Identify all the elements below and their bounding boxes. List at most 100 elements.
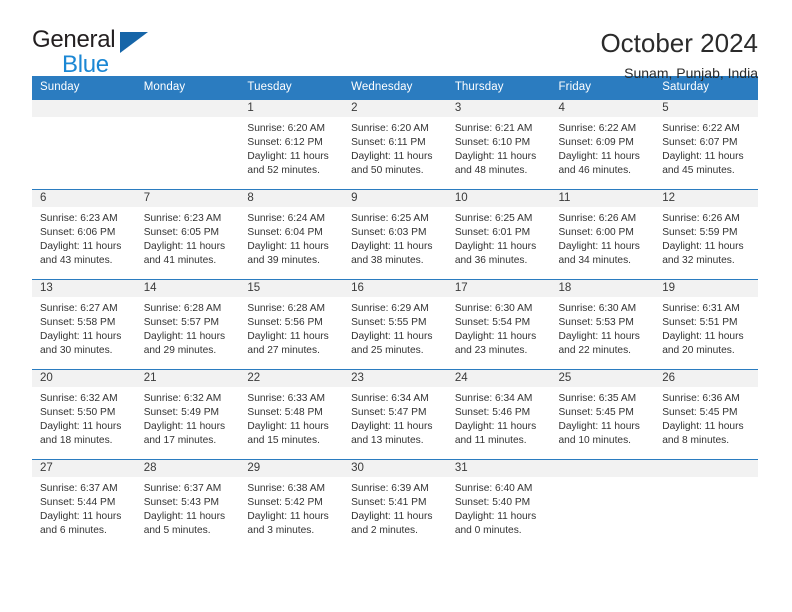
calendar-day-cell[interactable]: 22 Sunrise: 6:33 AM Sunset: 5:48 PM Dayligh… <box>239 369 344 460</box>
sunset-text: Sunset: 5:41 PM <box>351 497 427 509</box>
calendar-day-cell[interactable]: 15 Sunrise: 6:28 AM Sunset: 5:56 PM Dayligh… <box>239 279 344 370</box>
day-details: Sunrise: 6:40 AM Sunset: 5:40 PM Daylight:… <box>447 477 551 538</box>
daylight-text-line2: and 17 minutes. <box>143 435 217 447</box>
calendar-day-cell[interactable]: 6 Sunrise: 6:23 AM Sunset: 6:06 PM Daylight… <box>32 189 136 280</box>
calendar-page: General Blue October 2024 Sunam, Punjab,… <box>0 0 792 612</box>
sunrise-text: Sunrise: 6:30 AM <box>454 303 533 314</box>
calendar-day-cell[interactable]: 8 Sunrise: 6:24 AM Sunset: 6:04 PM Daylight… <box>239 189 344 280</box>
calendar-day-cell[interactable]: 18 Sunrise: 6:30 AM Sunset: 5:53 PM Dayligh… <box>550 279 655 370</box>
day-number: 14 <box>135 280 240 297</box>
daylight-text-line1: Daylight: 11 hours <box>454 421 537 433</box>
logo-word-blue: Blue <box>62 51 109 78</box>
day-details: Sunrise: 6:22 AM Sunset: 6:09 PM Daylight:… <box>551 117 655 178</box>
calendar-day-cell[interactable]: 26 Sunrise: 6:36 AM Sunset: 5:45 PM Dayligh… <box>654 369 758 460</box>
sunset-text: Sunset: 5:42 PM <box>247 497 323 509</box>
sunset-text: Sunset: 6:01 PM <box>454 227 531 239</box>
calendar-day-cell[interactable]: 25 Sunrise: 6:35 AM Sunset: 5:45 PM Dayligh… <box>550 369 655 460</box>
calendar-day-cell[interactable]: 11 Sunrise: 6:26 AM Sunset: 6:00 PM Dayligh… <box>550 189 655 280</box>
day-details: Sunrise: 6:20 AM Sunset: 6:12 PM Daylight:… <box>239 117 343 178</box>
sunrise-text: Sunrise: 6:33 AM <box>247 393 325 404</box>
calendar-day-cell[interactable]: 12 Sunrise: 6:26 AM Sunset: 5:59 PM Dayligh… <box>654 189 758 280</box>
day-number: 7 <box>135 190 240 207</box>
daylight-text-line1: Daylight: 11 hours <box>247 511 329 523</box>
sunset-text: Sunset: 5:50 PM <box>40 407 116 419</box>
daylight-text-line1: Daylight: 11 hours <box>247 421 329 433</box>
daylight-text-line2: and 0 minutes. <box>454 525 522 537</box>
sunrise-text: Sunrise: 6:24 AM <box>247 213 325 224</box>
calendar-day-cell[interactable]: 10 Sunrise: 6:25 AM Sunset: 6:01 PM Dayligh… <box>446 189 551 280</box>
daylight-text-line2: and 43 minutes. <box>40 255 113 267</box>
calendar-day-cell[interactable]: 5 Sunrise: 6:22 AM Sunset: 6:07 PM Daylight… <box>654 99 758 190</box>
daylight-text-line1: Daylight: 11 hours <box>143 241 226 253</box>
daylight-text-line2: and 27 minutes. <box>247 345 320 357</box>
sunset-text: Sunset: 5:47 PM <box>351 407 427 419</box>
calendar-day-cell[interactable]: 4 Sunrise: 6:22 AM Sunset: 6:09 PM Daylight… <box>550 99 655 190</box>
daylight-text-line2: and 29 minutes. <box>143 345 217 357</box>
calendar-table: Sunday Monday Tuesday Wednesday Thursday… <box>32 76 758 550</box>
sunset-text: Sunset: 6:10 PM <box>454 137 531 149</box>
sunset-text: Sunset: 5:57 PM <box>143 317 220 329</box>
day-details: Sunrise: 6:30 AM Sunset: 5:54 PM Daylight:… <box>447 297 551 358</box>
sunset-text: Sunset: 5:44 PM <box>40 497 116 509</box>
calendar-day-cell[interactable]: 3 Sunrise: 6:21 AM Sunset: 6:10 PM Daylight… <box>446 99 551 190</box>
general-blue-logo[interactable]: General Blue <box>32 26 148 78</box>
sunrise-text: Sunrise: 6:30 AM <box>558 303 637 314</box>
calendar-day-cell[interactable]: 17 Sunrise: 6:30 AM Sunset: 5:54 PM Dayligh… <box>446 279 551 370</box>
calendar-day-cell[interactable]: 13 Sunrise: 6:27 AM Sunset: 5:58 PM Dayligh… <box>32 279 136 370</box>
calendar-day-cell[interactable]: 14 Sunrise: 6:28 AM Sunset: 5:57 PM Dayligh… <box>135 279 240 370</box>
daylight-text-line1: Daylight: 11 hours <box>662 331 744 343</box>
calendar-day-cell[interactable]: 20 Sunrise: 6:32 AM Sunset: 5:50 PM Dayligh… <box>32 369 136 460</box>
sunset-text: Sunset: 5:43 PM <box>143 497 220 509</box>
calendar-day-cell[interactable]: 24 Sunrise: 6:34 AM Sunset: 5:46 PM Dayligh… <box>446 369 551 460</box>
day-details: Sunrise: 6:39 AM Sunset: 5:41 PM Daylight:… <box>343 477 447 538</box>
calendar-day-cell[interactable]: 7 Sunrise: 6:23 AM Sunset: 6:05 PM Daylight… <box>135 189 240 280</box>
page-header: General Blue October 2024 Sunam, Punjab,… <box>0 0 792 81</box>
daylight-text-line1: Daylight: 11 hours <box>40 511 122 523</box>
sunset-text: Sunset: 6:05 PM <box>143 227 220 239</box>
day-details: Sunrise: 6:36 AM Sunset: 5:45 PM Daylight:… <box>654 387 758 448</box>
day-number: 24 <box>446 370 551 387</box>
calendar-day-cell[interactable]: 27 Sunrise: 6:37 AM Sunset: 5:44 PM Dayligh… <box>32 459 136 550</box>
calendar-cell-empty <box>550 459 655 550</box>
sunset-text: Sunset: 6:04 PM <box>247 227 323 239</box>
daylight-text-line1: Daylight: 11 hours <box>454 151 537 163</box>
day-details: Sunrise: 6:28 AM Sunset: 5:57 PM Daylight:… <box>136 297 240 358</box>
calendar-day-cell[interactable]: 29 Sunrise: 6:38 AM Sunset: 5:42 PM Dayligh… <box>239 459 344 550</box>
day-number: 17 <box>446 280 551 297</box>
calendar-day-cell[interactable]: 30 Sunrise: 6:39 AM Sunset: 5:41 PM Dayligh… <box>343 459 447 550</box>
calendar-day-cell[interactable]: 9 Sunrise: 6:25 AM Sunset: 6:03 PM Daylight… <box>343 189 447 280</box>
calendar-day-cell[interactable]: 21 Sunrise: 6:32 AM Sunset: 5:49 PM Dayligh… <box>135 369 240 460</box>
sunrise-text: Sunrise: 6:21 AM <box>454 123 533 134</box>
day-number: 3 <box>446 100 551 117</box>
calendar-day-cell[interactable]: 2 Sunrise: 6:20 AM Sunset: 6:11 PM Daylight… <box>343 99 447 190</box>
daylight-text-line2: and 5 minutes. <box>143 525 211 537</box>
sunset-text: Sunset: 5:40 PM <box>454 497 531 509</box>
daylight-text-line2: and 36 minutes. <box>454 255 528 267</box>
daylight-text-line2: and 48 minutes. <box>454 165 528 177</box>
calendar-day-cell[interactable]: 23 Sunrise: 6:34 AM Sunset: 5:47 PM Dayligh… <box>343 369 447 460</box>
day-number: 16 <box>343 280 447 297</box>
sunset-text: Sunset: 5:58 PM <box>40 317 116 329</box>
day-details: Sunrise: 6:20 AM Sunset: 6:11 PM Daylight:… <box>343 117 447 178</box>
calendar-day-cell[interactable]: 31 Sunrise: 6:40 AM Sunset: 5:40 PM Dayligh… <box>446 459 551 550</box>
calendar-week-row: 27 Sunrise: 6:37 AM Sunset: 5:44 PM Dayligh… <box>32 459 758 550</box>
daylight-text-line1: Daylight: 11 hours <box>351 331 433 343</box>
daylight-text-line2: and 2 minutes. <box>351 525 418 537</box>
calendar-day-cell[interactable]: 28 Sunrise: 6:37 AM Sunset: 5:43 PM Dayligh… <box>135 459 240 550</box>
calendar-day-cell[interactable]: 16 Sunrise: 6:29 AM Sunset: 5:55 PM Dayligh… <box>343 279 447 370</box>
calendar-container: Sunday Monday Tuesday Wednesday Thursday… <box>32 76 758 550</box>
weekday-header-tuesday: Tuesday <box>239 76 344 100</box>
day-details: Sunrise: 6:25 AM Sunset: 6:03 PM Daylight:… <box>343 207 447 268</box>
daylight-text-line2: and 18 minutes. <box>40 435 113 447</box>
daylight-text-line1: Daylight: 11 hours <box>454 241 537 253</box>
calendar-day-cell[interactable]: 19 Sunrise: 6:31 AM Sunset: 5:51 PM Dayligh… <box>654 279 758 370</box>
sunrise-text: Sunrise: 6:32 AM <box>143 393 222 404</box>
calendar-day-cell[interactable]: 1 Sunrise: 6:20 AM Sunset: 6:12 PM Daylight… <box>239 99 344 190</box>
sunrise-text: Sunrise: 6:34 AM <box>454 393 533 404</box>
daylight-text-line1: Daylight: 11 hours <box>143 331 226 343</box>
day-number: 18 <box>550 280 655 297</box>
day-details: Sunrise: 6:34 AM Sunset: 5:47 PM Daylight:… <box>343 387 447 448</box>
day-details: Sunrise: 6:33 AM Sunset: 5:48 PM Daylight:… <box>239 387 343 448</box>
day-number: 27 <box>32 460 136 477</box>
sunrise-text: Sunrise: 6:35 AM <box>558 393 637 404</box>
